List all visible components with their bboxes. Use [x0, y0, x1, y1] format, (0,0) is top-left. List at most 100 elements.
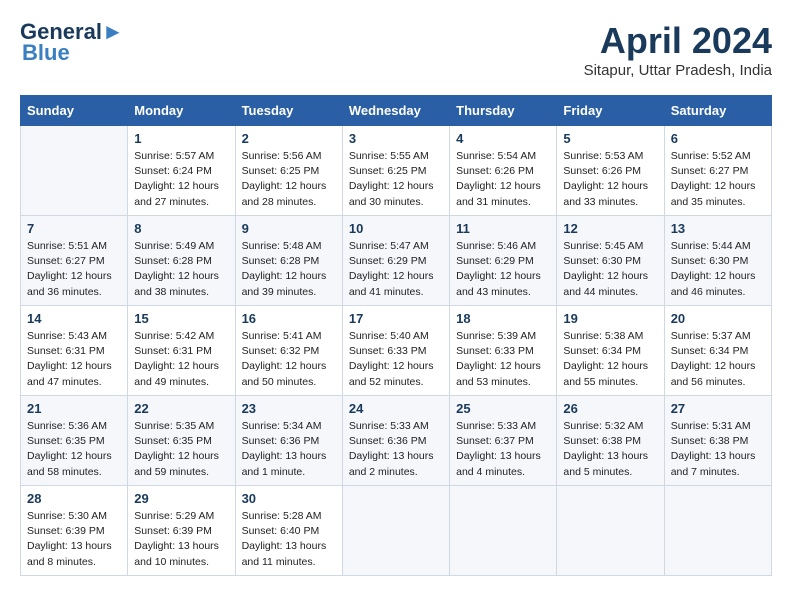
calendar-cell	[450, 486, 557, 576]
calendar-cell	[664, 486, 771, 576]
day-number: 22	[134, 401, 228, 416]
day-info: Sunrise: 5:49 AM Sunset: 6:28 PM Dayligh…	[134, 239, 228, 300]
calendar-cell: 19 Sunrise: 5:38 AM Sunset: 6:34 PM Dayli…	[557, 306, 664, 396]
day-number: 10	[349, 221, 443, 236]
calendar-cell: 6 Sunrise: 5:52 AM Sunset: 6:27 PM Daylig…	[664, 126, 771, 216]
location: Sitapur, Uttar Pradesh, India	[584, 62, 772, 79]
day-number: 25	[456, 401, 550, 416]
day-number: 17	[349, 311, 443, 326]
day-info: Sunrise: 5:51 AM Sunset: 6:27 PM Dayligh…	[27, 239, 121, 300]
calendar-cell: 1 Sunrise: 5:57 AM Sunset: 6:24 PM Daylig…	[128, 126, 235, 216]
day-number: 21	[27, 401, 121, 416]
day-number: 11	[456, 221, 550, 236]
day-info: Sunrise: 5:53 AM Sunset: 6:26 PM Dayligh…	[563, 149, 657, 210]
calendar-cell	[21, 126, 128, 216]
day-info: Sunrise: 5:43 AM Sunset: 6:31 PM Dayligh…	[27, 329, 121, 390]
month-title: April 2024	[584, 20, 772, 62]
calendar-cell: 10 Sunrise: 5:47 AM Sunset: 6:29 PM Dayli…	[342, 216, 449, 306]
calendar-cell: 12Sunrise: 5:45 AM Sunset: 6:30 PM Dayli…	[557, 216, 664, 306]
day-number: 19	[563, 311, 657, 326]
day-number: 14	[27, 311, 121, 326]
calendar-cell	[557, 486, 664, 576]
calendar-cell: 14 Sunrise: 5:43 AM Sunset: 6:31 PM Dayli…	[21, 306, 128, 396]
day-info: Sunrise: 5:48 AM Sunset: 6:28 PM Dayligh…	[242, 239, 336, 300]
calendar-week-row: 14 Sunrise: 5:43 AM Sunset: 6:31 PM Dayli…	[21, 306, 772, 396]
weekday-header: Monday	[128, 96, 235, 126]
weekday-header: Wednesday	[342, 96, 449, 126]
calendar-cell: 7Sunrise: 5:51 AM Sunset: 6:27 PM Daylig…	[21, 216, 128, 306]
day-info: Sunrise: 5:35 AM Sunset: 6:35 PM Dayligh…	[134, 419, 228, 480]
calendar-cell: 4Sunrise: 5:54 AM Sunset: 6:26 PM Daylig…	[450, 126, 557, 216]
calendar-cell: 24 Sunrise: 5:33 AM Sunset: 6:36 PM Dayli…	[342, 396, 449, 486]
weekday-header: Thursday	[450, 96, 557, 126]
day-info: Sunrise: 5:29 AM Sunset: 6:39 PM Dayligh…	[134, 509, 228, 570]
calendar-cell: 9 Sunrise: 5:48 AM Sunset: 6:28 PM Daylig…	[235, 216, 342, 306]
day-info: Sunrise: 5:52 AM Sunset: 6:27 PM Dayligh…	[671, 149, 765, 210]
calendar-cell: 8 Sunrise: 5:49 AM Sunset: 6:28 PM Daylig…	[128, 216, 235, 306]
day-info: Sunrise: 5:31 AM Sunset: 6:38 PM Dayligh…	[671, 419, 765, 480]
day-number: 28	[27, 491, 121, 506]
day-number: 9	[242, 221, 336, 236]
calendar-cell: 2 Sunrise: 5:56 AM Sunset: 6:25 PM Daylig…	[235, 126, 342, 216]
calendar-cell: 13 Sunrise: 5:44 AM Sunset: 6:30 PM Dayli…	[664, 216, 771, 306]
day-info: Sunrise: 5:44 AM Sunset: 6:30 PM Dayligh…	[671, 239, 765, 300]
day-info: Sunrise: 5:55 AM Sunset: 6:25 PM Dayligh…	[349, 149, 443, 210]
day-info: Sunrise: 5:36 AM Sunset: 6:35 PM Dayligh…	[27, 419, 121, 480]
calendar-cell: 23 Sunrise: 5:34 AM Sunset: 6:36 PM Dayli…	[235, 396, 342, 486]
day-info: Sunrise: 5:33 AM Sunset: 6:36 PM Dayligh…	[349, 419, 443, 480]
day-info: Sunrise: 5:42 AM Sunset: 6:31 PM Dayligh…	[134, 329, 228, 390]
calendar-cell: 15 Sunrise: 5:42 AM Sunset: 6:31 PM Dayli…	[128, 306, 235, 396]
calendar-cell: 21 Sunrise: 5:36 AM Sunset: 6:35 PM Dayli…	[21, 396, 128, 486]
day-info: Sunrise: 5:30 AM Sunset: 6:39 PM Dayligh…	[27, 509, 121, 570]
day-number: 1	[134, 131, 228, 146]
calendar-cell	[342, 486, 449, 576]
day-info: Sunrise: 5:41 AM Sunset: 6:32 PM Dayligh…	[242, 329, 336, 390]
calendar-week-row: 21 Sunrise: 5:36 AM Sunset: 6:35 PM Dayli…	[21, 396, 772, 486]
day-number: 29	[134, 491, 228, 506]
day-number: 30	[242, 491, 336, 506]
day-info: Sunrise: 5:39 AM Sunset: 6:33 PM Dayligh…	[456, 329, 550, 390]
day-info: Sunrise: 5:28 AM Sunset: 6:40 PM Dayligh…	[242, 509, 336, 570]
day-info: Sunrise: 5:34 AM Sunset: 6:36 PM Dayligh…	[242, 419, 336, 480]
calendar-cell: 5Sunrise: 5:53 AM Sunset: 6:26 PM Daylig…	[557, 126, 664, 216]
weekday-header: Saturday	[664, 96, 771, 126]
day-info: Sunrise: 5:33 AM Sunset: 6:37 PM Dayligh…	[456, 419, 550, 480]
calendar-header-row: SundayMondayTuesdayWednesdayThursdayFrid…	[21, 96, 772, 126]
calendar-cell: 17 Sunrise: 5:40 AM Sunset: 6:33 PM Dayli…	[342, 306, 449, 396]
calendar-week-row: 7Sunrise: 5:51 AM Sunset: 6:27 PM Daylig…	[21, 216, 772, 306]
day-number: 3	[349, 131, 443, 146]
page-header: General► Blue April 2024 Sitapur, Uttar …	[20, 20, 772, 79]
calendar-cell: 22 Sunrise: 5:35 AM Sunset: 6:35 PM Dayli…	[128, 396, 235, 486]
day-info: Sunrise: 5:38 AM Sunset: 6:34 PM Dayligh…	[563, 329, 657, 390]
day-info: Sunrise: 5:54 AM Sunset: 6:26 PM Dayligh…	[456, 149, 550, 210]
day-number: 16	[242, 311, 336, 326]
day-number: 13	[671, 221, 765, 236]
day-info: Sunrise: 5:47 AM Sunset: 6:29 PM Dayligh…	[349, 239, 443, 300]
day-number: 15	[134, 311, 228, 326]
day-info: Sunrise: 5:57 AM Sunset: 6:24 PM Dayligh…	[134, 149, 228, 210]
calendar-cell: 30 Sunrise: 5:28 AM Sunset: 6:40 PM Dayli…	[235, 486, 342, 576]
weekday-header: Sunday	[21, 96, 128, 126]
day-info: Sunrise: 5:32 AM Sunset: 6:38 PM Dayligh…	[563, 419, 657, 480]
day-number: 27	[671, 401, 765, 416]
day-number: 8	[134, 221, 228, 236]
day-info: Sunrise: 5:56 AM Sunset: 6:25 PM Dayligh…	[242, 149, 336, 210]
day-number: 2	[242, 131, 336, 146]
day-number: 24	[349, 401, 443, 416]
day-number: 6	[671, 131, 765, 146]
calendar-table: SundayMondayTuesdayWednesdayThursdayFrid…	[20, 95, 772, 576]
day-number: 12	[563, 221, 657, 236]
calendar-cell: 29 Sunrise: 5:29 AM Sunset: 6:39 PM Dayli…	[128, 486, 235, 576]
calendar-week-row: 1 Sunrise: 5:57 AM Sunset: 6:24 PM Daylig…	[21, 126, 772, 216]
day-info: Sunrise: 5:37 AM Sunset: 6:34 PM Dayligh…	[671, 329, 765, 390]
day-info: Sunrise: 5:40 AM Sunset: 6:33 PM Dayligh…	[349, 329, 443, 390]
day-number: 23	[242, 401, 336, 416]
day-number: 26	[563, 401, 657, 416]
day-number: 18	[456, 311, 550, 326]
calendar-cell: 18 Sunrise: 5:39 AM Sunset: 6:33 PM Dayli…	[450, 306, 557, 396]
logo-subtext: Blue	[22, 40, 70, 66]
weekday-header: Friday	[557, 96, 664, 126]
day-info: Sunrise: 5:46 AM Sunset: 6:29 PM Dayligh…	[456, 239, 550, 300]
calendar-cell: 26 Sunrise: 5:32 AM Sunset: 6:38 PM Dayli…	[557, 396, 664, 486]
title-block: April 2024 Sitapur, Uttar Pradesh, India	[584, 20, 772, 79]
